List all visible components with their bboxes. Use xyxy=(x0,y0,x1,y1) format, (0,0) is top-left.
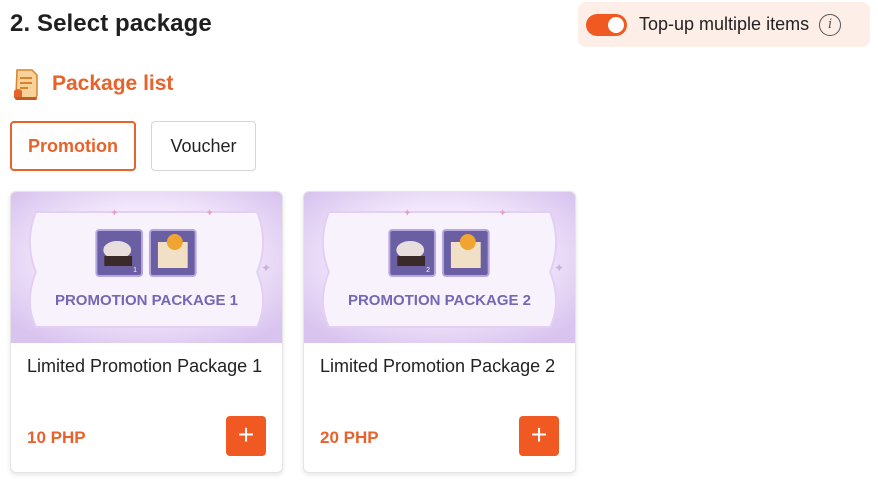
svg-text:✦: ✦ xyxy=(554,261,564,275)
svg-text:1: 1 xyxy=(133,267,137,274)
tab-voucher[interactable]: Voucher xyxy=(151,121,256,171)
package-list-header: Package list xyxy=(12,67,173,101)
svg-text:✦: ✦ xyxy=(499,208,507,219)
package-card[interactable]: ✦ ✦ ✦ 1 PROMOTION PACKAGE 1 Limited Prom… xyxy=(10,191,283,473)
package-banner: ✦ ✦ ✦ 2 xyxy=(304,192,575,343)
receipt-icon xyxy=(12,67,40,101)
package-price: 10 PHP xyxy=(27,428,86,447)
multi-topup-box: Top-up multiple items i xyxy=(578,2,870,47)
section-title: 2. Select package xyxy=(10,10,212,37)
add-button[interactable]: + xyxy=(226,416,266,456)
tab-promotion[interactable]: Promotion xyxy=(10,121,136,171)
multi-topup-label: Top-up multiple items xyxy=(639,14,810,34)
info-icon[interactable]: i xyxy=(819,13,842,36)
svg-text:✦: ✦ xyxy=(261,261,271,275)
package-card[interactable]: ✦ ✦ ✦ 2 PROMOTION PACKAGE 2 Limited Prom… xyxy=(303,191,576,473)
banner-title: PROMOTION PACKAGE 1 xyxy=(54,292,239,309)
package-price: 20 PHP xyxy=(320,428,379,447)
svg-text:✦: ✦ xyxy=(206,208,214,219)
svg-text:2: 2 xyxy=(426,267,430,274)
package-banner: ✦ ✦ ✦ 1 xyxy=(11,192,282,343)
multi-topup-toggle[interactable] xyxy=(586,13,627,36)
add-button[interactable]: + xyxy=(519,416,559,456)
package-list-title: Package list xyxy=(52,72,174,95)
banner-title: PROMOTION PACKAGE 2 xyxy=(347,292,532,309)
package-name: Limited Promotion Package 1 xyxy=(27,356,263,376)
toggle-knob xyxy=(608,16,624,33)
svg-text:✦: ✦ xyxy=(403,208,411,219)
svg-text:✦: ✦ xyxy=(110,208,118,219)
package-name: Limited Promotion Package 2 xyxy=(320,356,556,376)
